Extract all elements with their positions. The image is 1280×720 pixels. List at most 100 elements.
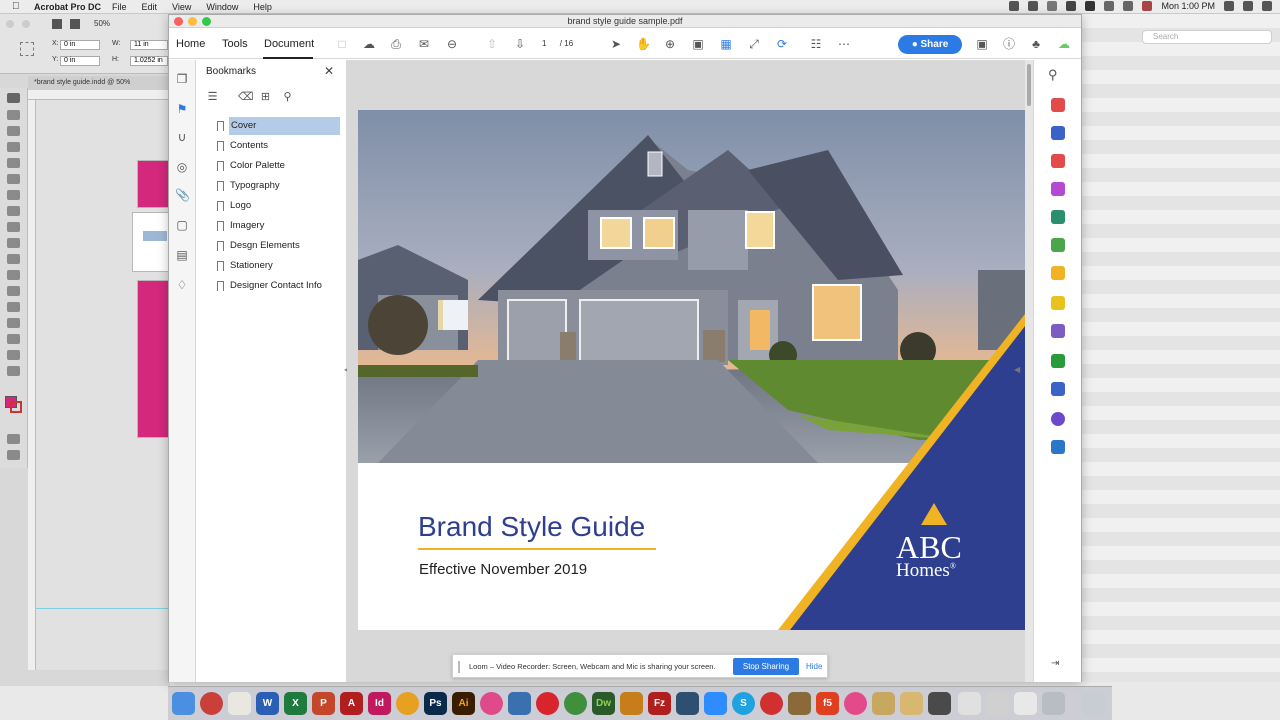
print-production-icon[interactable] [1051, 354, 1065, 368]
stop-sharing-button[interactable]: Stop Sharing [733, 658, 799, 675]
user-icon[interactable] [1224, 1, 1234, 11]
word-dock-icon[interactable]: W [256, 692, 279, 715]
mail-dock-icon[interactable] [508, 692, 531, 715]
comment-icon[interactable]: ▣ [975, 38, 989, 50]
line-tool-icon[interactable] [7, 190, 20, 200]
fill-sign-icon[interactable] [1051, 324, 1065, 338]
pen-tool-icon[interactable] [7, 206, 20, 216]
indesign-doc-tab[interactable]: *brand style guide.indd @ 50% [28, 76, 170, 90]
accessibility-icon[interactable] [1051, 412, 1065, 426]
note-tool-icon[interactable] [7, 318, 20, 328]
scrollbar-thumb[interactable] [1027, 64, 1031, 106]
h-field[interactable]: 1.0252 in [130, 56, 168, 66]
document-view[interactable]: Brand Style Guide Effective November 201… [347, 60, 1033, 682]
spotlight-icon[interactable] [1243, 1, 1253, 11]
hand-icon[interactable]: ✋ [636, 38, 651, 50]
hide-banner-button[interactable]: Hide [806, 662, 822, 671]
menu-edit[interactable]: Edit [142, 2, 158, 12]
utility-dock-icon[interactable] [788, 692, 811, 715]
id-close-dot-icon[interactable] [6, 20, 14, 28]
bookmark-item[interactable]: Stationery [217, 257, 342, 275]
content-collector-icon[interactable] [7, 158, 20, 168]
order-icon[interactable]: ♢ [175, 278, 189, 292]
indesign-canvas[interactable] [36, 100, 170, 670]
free-transform-icon[interactable] [7, 286, 20, 296]
print-icon[interactable]: ⎙ [389, 38, 403, 50]
bookmark-item[interactable]: Color Palette [217, 157, 342, 175]
apple-menu-icon[interactable]:  [12, 1, 20, 12]
zoom-in-icon[interactable]: ⊕ [663, 38, 677, 50]
f5-dock-icon[interactable]: f5 [816, 692, 839, 715]
id-page-thumb-3[interactable] [137, 280, 170, 438]
bookmarks-icon[interactable]: ⚑ [175, 102, 189, 116]
powerpoint-dock-icon[interactable]: P [312, 692, 335, 715]
chrome-dock-icon[interactable] [564, 692, 587, 715]
stickies-dock-icon[interactable] [872, 692, 895, 715]
bookmark-item[interactable]: Desgn Elements [217, 237, 342, 255]
email-icon[interactable]: ✉ [417, 38, 431, 50]
protect-icon[interactable] [1051, 382, 1065, 396]
document-dock-icon[interactable] [986, 692, 1009, 715]
status-wifi-icon[interactable] [1047, 1, 1058, 11]
next-page-icon[interactable]: ⇩ [513, 38, 527, 50]
photoshop-dock-icon[interactable]: Ps [424, 692, 447, 715]
fit-page-icon[interactable]: ▦ [719, 38, 733, 50]
bookmark-item[interactable]: Contents [217, 137, 342, 155]
share-button[interactable]: ● Share [898, 35, 962, 54]
zoom-level[interactable]: 50% [94, 19, 110, 28]
comment-tool-icon[interactable] [1051, 296, 1065, 310]
content-icon[interactable]: ▢ [175, 218, 189, 232]
x-field[interactable]: 0 in [60, 40, 100, 50]
bookmark-options-icon[interactable]: ☰ [206, 90, 219, 103]
page-current[interactable]: 1 [542, 39, 546, 48]
cloud-upload-icon[interactable]: ☁ [362, 38, 376, 50]
marquee-zoom-icon[interactable]: ▣ [691, 38, 705, 50]
edit-pdf-icon[interactable] [1051, 182, 1065, 196]
pencil-tool-icon[interactable] [7, 222, 20, 232]
screen-mode-icon[interactable] [7, 450, 20, 460]
export-pdf-icon[interactable] [1051, 98, 1065, 112]
page-indicator[interactable]: 1 / 16 [542, 39, 573, 48]
skype-dock-icon[interactable]: S [732, 692, 755, 715]
filezilla-dock-icon[interactable]: Fz [648, 692, 671, 715]
illustrator-dock-icon[interactable]: Ai [452, 692, 475, 715]
id-page-thumb-1[interactable] [137, 160, 170, 208]
more-tools-icon[interactable] [1051, 440, 1065, 454]
photos-dock-icon[interactable] [396, 692, 419, 715]
notification-center-icon[interactable] [1262, 1, 1272, 11]
bridge-icon[interactable] [52, 19, 62, 29]
save-icon[interactable]: □ [335, 38, 349, 50]
page-tool-icon[interactable] [7, 126, 20, 136]
gap-tool-icon[interactable] [7, 142, 20, 152]
tab-home[interactable]: Home [176, 38, 205, 50]
sublime-dock-icon[interactable] [620, 692, 643, 715]
indesign-dock-icon[interactable]: Id [368, 692, 391, 715]
folder-dock-icon[interactable] [1042, 692, 1065, 715]
zoom-dock-icon[interactable] [704, 692, 727, 715]
status-time-machine-icon[interactable] [1104, 1, 1115, 11]
status-dropbox-icon[interactable] [1066, 1, 1077, 11]
status-app-icon[interactable] [1009, 1, 1020, 11]
stroke-swatch-icon[interactable] [10, 401, 22, 413]
layers-icon[interactable]: ◎ [175, 160, 189, 174]
scissors-tool-icon[interactable] [7, 270, 20, 280]
hand-tool-icon[interactable] [7, 350, 20, 360]
gradient-tool-icon[interactable] [7, 302, 20, 312]
direct-selection-tool-icon[interactable] [7, 110, 20, 120]
view-mode-icon[interactable] [7, 434, 20, 444]
status-gmail-icon[interactable] [1085, 1, 1096, 11]
collapse-right-pane-icon[interactable]: ◀ [1014, 365, 1020, 374]
cloud-sync-icon[interactable]: ☁ [1057, 38, 1071, 50]
expand-tools-icon[interactable]: ⇥ [1051, 658, 1059, 669]
notes-dock-icon[interactable] [228, 692, 251, 715]
signatures-icon[interactable]: ∪ [175, 130, 189, 144]
preview-dock-icon[interactable] [958, 692, 981, 715]
launchpad-dock-icon[interactable] [200, 692, 223, 715]
tab-tools[interactable]: Tools [222, 38, 248, 50]
rectangle-tool-icon[interactable] [7, 254, 20, 264]
prev-page-icon[interactable]: ⇧ [485, 38, 499, 50]
close-panel-icon[interactable]: ✕ [324, 64, 334, 78]
delete-bookmark-icon[interactable]: ⌫ [238, 90, 254, 103]
tags-icon[interactable]: ▤ [175, 248, 189, 262]
clock[interactable]: Mon 1:00 PM [1161, 1, 1215, 11]
